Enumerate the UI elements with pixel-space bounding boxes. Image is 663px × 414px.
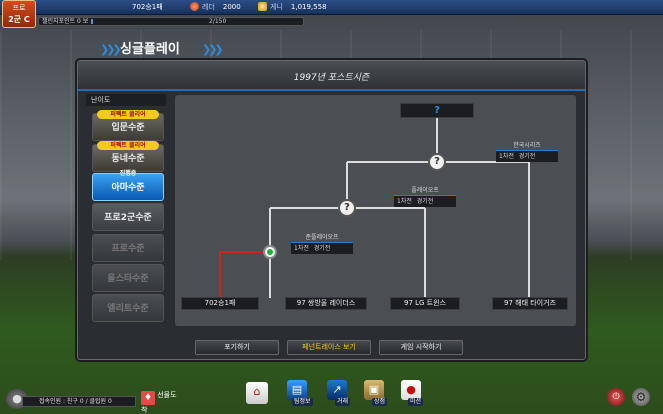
match-win-marker bbox=[263, 245, 277, 259]
home-icon[interactable]: ⌂ bbox=[246, 382, 268, 404]
difficulty-label: 올스타수준 bbox=[107, 274, 149, 284]
top-status-bar bbox=[0, 0, 663, 15]
perfect-clear-badge: 퍼펙트 클리어 bbox=[97, 141, 159, 150]
difficulty-amateur[interactable]: 진행중 아마수준 bbox=[92, 170, 164, 201]
postseason-bracket bbox=[175, 95, 576, 326]
money-display: 게니 1,019,558 bbox=[258, 2, 327, 13]
win-record: 702승1패 bbox=[132, 3, 163, 11]
bracket-lines bbox=[219, 117, 530, 298]
mission-label: 미션 bbox=[408, 398, 424, 406]
team-info-icon[interactable]: ▤ bbox=[287, 380, 307, 400]
challenge-point-label: 챌린지포인트 0 보 bbox=[42, 18, 89, 25]
rating-label: 레더 bbox=[202, 3, 215, 11]
shop-icon[interactable]: ▣ bbox=[364, 380, 384, 400]
round-title: 준플레이오프 bbox=[291, 233, 353, 243]
difficulty-label: 프로2군수준 bbox=[104, 213, 152, 223]
panel-header: 1997년 포스트시즌 bbox=[78, 61, 585, 91]
difficulty-elite[interactable]: 엘리트수준 bbox=[92, 294, 164, 322]
rating-display: 레더 2000 bbox=[190, 2, 241, 13]
rating-icon bbox=[190, 2, 199, 11]
bracket-team-ssangbangwool: 97 쌍방울 레이더스 bbox=[285, 297, 367, 310]
unknown-result-marker: ? bbox=[338, 199, 356, 217]
difficulty-allstar[interactable]: 올스타수준 bbox=[92, 264, 164, 292]
round-status: 1차전 경기전 bbox=[394, 196, 456, 207]
power-icon[interactable]: ⏻ bbox=[607, 388, 625, 406]
challenge-point-fill bbox=[91, 19, 93, 24]
difficulty-title: 난이도 bbox=[86, 94, 166, 106]
difficulty-label: 입문수준 bbox=[111, 123, 145, 133]
settings-gear-icon[interactable]: ⚙ bbox=[632, 388, 650, 406]
bracket-team-player: 702승1패 bbox=[181, 297, 259, 310]
team-badge[interactable]: 프로 2군 C bbox=[2, 0, 36, 28]
final-winner-box: ? bbox=[400, 103, 474, 118]
view-pennant-race-button[interactable]: 페넌트레이스 보기 bbox=[287, 340, 371, 355]
forfeit-button[interactable]: 포기하기 bbox=[195, 340, 279, 355]
money-value: 1,019,558 bbox=[290, 3, 327, 11]
difficulty-label: 동네수준 bbox=[111, 154, 145, 164]
difficulty-label: 아마수준 bbox=[111, 183, 145, 193]
page-title: 싱글플레이 bbox=[120, 42, 180, 57]
difficulty-pro[interactable]: 프로수준 bbox=[92, 234, 164, 262]
mission-icon[interactable]: ● bbox=[401, 380, 421, 400]
money-label: 게니 bbox=[270, 3, 283, 11]
round-title: 한국시리즈 bbox=[496, 141, 558, 151]
gift-arrived-button[interactable]: ♦ 선물도착 bbox=[141, 390, 181, 414]
challenge-point-bar: 챌린지포인트 0 보 2/150 bbox=[38, 17, 304, 26]
difficulty-neighborhood[interactable]: 퍼펙트 클리어 동네수준 bbox=[92, 141, 164, 172]
trade-label: 거래 bbox=[335, 398, 351, 406]
difficulty-label: 프로수준 bbox=[111, 244, 145, 254]
panel-header-title: 1997년 포스트시즌 bbox=[293, 73, 370, 83]
round-info-korean-series: 한국시리즈 1차전 경기전 bbox=[496, 141, 558, 162]
challenge-point-value: 2/150 bbox=[209, 18, 227, 25]
money-icon bbox=[258, 2, 267, 11]
online-friends-bar: 접속인원 : 친구 0 / 클럽원 0 bbox=[22, 396, 136, 407]
in-progress-badge: 진행중 bbox=[119, 170, 137, 177]
start-game-button[interactable]: 게임 시작하기 bbox=[379, 340, 463, 355]
round-info-semi: 준플레이오프 1차전 경기전 bbox=[291, 233, 353, 254]
perfect-clear-badge: 퍼펙트 클리어 bbox=[97, 110, 159, 119]
gift-icon: ♦ bbox=[141, 391, 155, 405]
unknown-result-marker: ? bbox=[428, 153, 446, 171]
round-info-playoff: 플레이오프 1차전 경기전 bbox=[394, 186, 456, 207]
trade-icon[interactable]: ↗ bbox=[327, 380, 347, 400]
team-badge-line2: 2군 C bbox=[8, 15, 30, 24]
round-status: 1차전 경기전 bbox=[291, 243, 353, 254]
rating-value: 2000 bbox=[222, 3, 241, 11]
difficulty-pro-2nd-team[interactable]: 프로2군수준 bbox=[92, 203, 164, 231]
bracket-team-lg: 97 LG 트윈스 bbox=[390, 297, 460, 310]
title-chevron-right-icon: ❯❯❯ bbox=[202, 43, 224, 56]
team-info-label: 팀정보 bbox=[292, 398, 313, 406]
bracket-team-haitai: 97 해태 타이거즈 bbox=[492, 297, 568, 310]
title-chevron-left-icon: ❯❯❯ bbox=[100, 43, 122, 56]
round-title: 플레이오프 bbox=[394, 186, 456, 196]
team-badge-line1: 프로 bbox=[12, 4, 26, 12]
difficulty-label: 엘리트수준 bbox=[107, 304, 149, 314]
round-status: 1차전 경기전 bbox=[496, 151, 558, 162]
difficulty-beginner[interactable]: 퍼펙트 클리어 입문수준 bbox=[92, 110, 164, 141]
shop-label: 상점 bbox=[372, 398, 388, 406]
